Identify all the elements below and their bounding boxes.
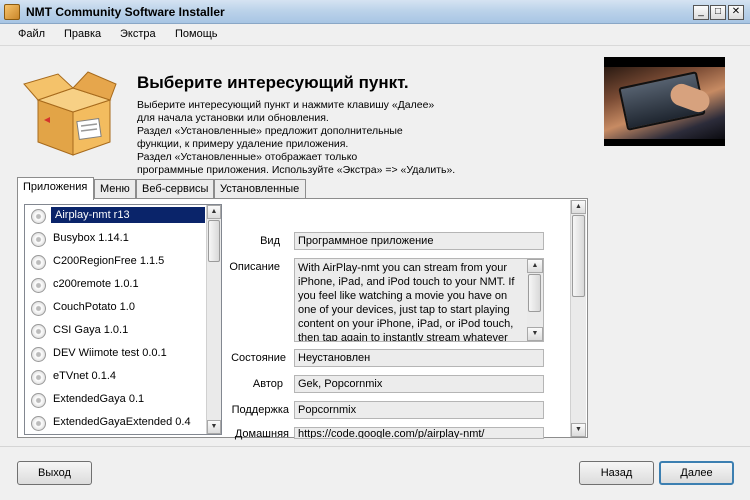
list-item[interactable]: CSI Gaya 1.0.1 bbox=[25, 320, 207, 343]
status-label: Состояние bbox=[231, 352, 286, 364]
list-item[interactable]: ExtendedGayaExtended 0.4 bbox=[25, 412, 207, 434]
menu-file[interactable]: Файл bbox=[18, 28, 45, 40]
scroll-down-icon[interactable]: ▼ bbox=[571, 423, 586, 437]
author-field: Gek, Popcornmix bbox=[294, 375, 544, 393]
description-text: With AirPlay-nmt you can stream from you… bbox=[298, 262, 515, 342]
tab-installed[interactable]: Установленные bbox=[214, 179, 306, 199]
menu-edit[interactable]: Правка bbox=[64, 28, 101, 40]
disc-icon bbox=[31, 416, 46, 431]
disc-icon bbox=[31, 278, 46, 293]
app-icon bbox=[4, 4, 20, 20]
menu-extra[interactable]: Экстра bbox=[120, 28, 156, 40]
list-item[interactable]: Airplay-nmt r13 bbox=[25, 205, 207, 228]
list-item[interactable]: CouchPotato 1.0 bbox=[25, 297, 207, 320]
description-label: Описание bbox=[229, 261, 280, 273]
minimize-button[interactable]: _ bbox=[693, 5, 709, 20]
disc-icon bbox=[31, 255, 46, 270]
title-bar: NMT Community Software Installer _ □ ✕ bbox=[0, 0, 750, 24]
next-button[interactable]: Далее bbox=[659, 461, 734, 485]
list-item[interactable]: c200remote 1.0.1 bbox=[25, 274, 207, 297]
disc-icon bbox=[31, 232, 46, 247]
type-field: Программное приложение bbox=[294, 232, 544, 250]
disc-icon bbox=[31, 301, 46, 316]
exit-button[interactable]: Выход bbox=[17, 461, 92, 485]
tab-menu[interactable]: Меню bbox=[94, 179, 136, 199]
scroll-up-icon[interactable]: ▲ bbox=[207, 205, 221, 219]
close-button[interactable]: ✕ bbox=[728, 5, 744, 20]
page-heading: Выберите интересующий пункт. bbox=[137, 73, 409, 92]
menu-help[interactable]: Помощь bbox=[175, 28, 218, 40]
disc-icon bbox=[31, 347, 46, 362]
preview-thumbnail bbox=[604, 57, 725, 146]
back-button[interactable]: Назад bbox=[579, 461, 654, 485]
scroll-down-icon[interactable]: ▼ bbox=[527, 327, 543, 341]
support-label: Поддержка bbox=[231, 404, 289, 416]
list-item[interactable]: DEV Wiimote test 0.0.1 bbox=[25, 343, 207, 366]
tab-web-services[interactable]: Веб-сервисы bbox=[136, 179, 214, 199]
description-scrollbar[interactable]: ▲ ▼ bbox=[527, 259, 543, 341]
scroll-up-icon[interactable]: ▲ bbox=[571, 200, 586, 214]
tab-applications[interactable]: Приложения bbox=[17, 177, 94, 200]
disc-icon bbox=[31, 393, 46, 408]
list-item[interactable]: C200RegionFree 1.1.5 bbox=[25, 251, 207, 274]
details-scrollbar[interactable]: ▲ ▼ bbox=[570, 200, 586, 437]
scroll-up-icon[interactable]: ▲ bbox=[527, 259, 543, 273]
menu-bar: Файл Правка Экстра Помощь bbox=[0, 24, 750, 46]
support-field: Popcornmix bbox=[294, 401, 544, 419]
homepage-field[interactable]: https://code.google.com/p/airplay-nmt/ bbox=[294, 427, 544, 439]
page-description: Выберите интересующий пункт и нажмите кл… bbox=[137, 99, 456, 176]
footer-bar: Выход Назад Далее bbox=[0, 446, 750, 500]
disc-icon bbox=[31, 209, 46, 224]
status-field: Неустановлен bbox=[294, 349, 544, 367]
list-item[interactable]: eTVnet 0.1.4 bbox=[25, 366, 207, 389]
list-item[interactable]: Busybox 1.14.1 bbox=[25, 228, 207, 251]
description-field: With AirPlay-nmt you can stream from you… bbox=[294, 258, 544, 342]
maximize-button[interactable]: □ bbox=[710, 5, 726, 20]
window-title: NMT Community Software Installer bbox=[26, 5, 225, 19]
disc-icon bbox=[31, 370, 46, 385]
type-label: Вид bbox=[260, 235, 280, 247]
homepage-label: Домашняя bbox=[234, 428, 289, 440]
list-item[interactable]: ExtendedGaya 0.1 bbox=[25, 389, 207, 412]
package-box-icon bbox=[23, 71, 117, 156]
scroll-thumb[interactable] bbox=[528, 274, 541, 312]
scroll-thumb[interactable] bbox=[572, 215, 585, 297]
disc-icon bbox=[31, 324, 46, 339]
author-label: Автор bbox=[252, 378, 283, 390]
app-list[interactable]: Airplay-nmt r13 Busybox 1.14.1 C200Regio… bbox=[24, 204, 222, 435]
